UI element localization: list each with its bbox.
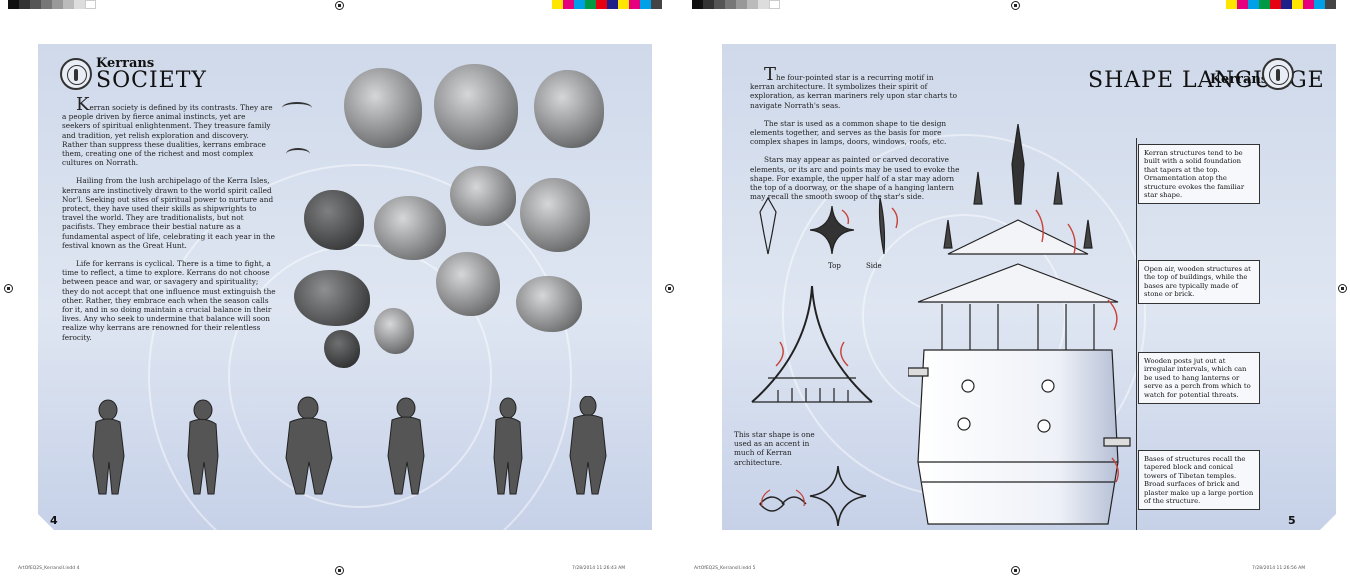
page-title: SOCIETY xyxy=(96,68,207,93)
callout-box: Kerran structures tend to be built with … xyxy=(1138,144,1260,204)
registration-mark xyxy=(4,284,13,293)
registration-mark xyxy=(665,284,674,293)
grayscale-bar-left xyxy=(8,0,96,9)
eye-sketch xyxy=(286,148,310,160)
head-sketch xyxy=(516,276,582,332)
kerran-figure xyxy=(286,397,332,494)
color-bar-left xyxy=(552,0,662,9)
tower-spire xyxy=(1012,124,1024,204)
head-sketch xyxy=(294,270,370,326)
figure-turnaround xyxy=(68,396,628,506)
body-text: Kerran society is defined by its contras… xyxy=(62,100,276,351)
paragraph: Life for kerrans is cyclical. There is a… xyxy=(62,259,276,342)
paragraph: Kerran society is defined by its contras… xyxy=(62,94,273,168)
slug-date: 7/28/2014 11:26:56 AM xyxy=(1252,566,1306,571)
page-number: 4 xyxy=(50,514,58,527)
kerran-seal-icon xyxy=(60,58,92,90)
head-sketch xyxy=(324,330,360,368)
kerran-figure xyxy=(494,398,522,494)
slug-date: 7/28/2014 11:26:43 AM xyxy=(572,566,626,571)
head-sketch xyxy=(374,196,446,260)
tower-drawing xyxy=(908,124,1134,530)
left-page: Kerrans SOCIETY Kerran society is define… xyxy=(38,44,652,530)
color-bar-right xyxy=(1226,0,1336,9)
head-sketch xyxy=(520,178,590,252)
kerran-figure xyxy=(388,398,424,494)
registration-mark xyxy=(335,566,344,575)
callout-box: Wooden posts jut out at irregular interv… xyxy=(1138,352,1260,404)
head-sketch xyxy=(374,308,414,354)
kerran-figure xyxy=(570,396,606,494)
right-page: The four-pointed star is a recurring mot… xyxy=(722,44,1336,530)
grayscale-bar-right xyxy=(692,0,780,9)
kerran-figure xyxy=(93,400,124,494)
accent-star xyxy=(752,464,902,528)
star-caption: This star shape is one used as an accent… xyxy=(734,430,815,467)
lantern-sketch xyxy=(760,198,776,254)
registration-mark xyxy=(1011,1,1020,10)
callout-leader xyxy=(1136,138,1137,530)
label-top: Top xyxy=(828,262,841,270)
head-sketch xyxy=(534,70,604,148)
slug-filename: ArtOfEQ2S_KerransII.indd 4 xyxy=(18,566,80,571)
callout-box: Open air, wooden structures at the top o… xyxy=(1138,260,1260,304)
head-sketch xyxy=(304,190,364,250)
label-side: Side xyxy=(866,262,882,270)
eye-sketch xyxy=(282,102,312,114)
slug-filename: ArtOfEQ2S_KerransII.indd 5 xyxy=(694,566,756,571)
star-top-view xyxy=(810,206,854,254)
registration-mark xyxy=(335,1,344,10)
head-sketch xyxy=(434,64,518,150)
arch-sketch xyxy=(732,282,892,412)
head-sketch xyxy=(450,166,516,226)
star-side-view xyxy=(880,198,885,254)
paragraph: Hailing from the lush archipelago of the… xyxy=(62,176,275,250)
paragraph: The four-pointed star is a recurring mot… xyxy=(750,64,957,110)
registration-mark xyxy=(1011,566,1020,575)
tower-roof xyxy=(948,220,1088,254)
page-number: 5 xyxy=(1288,514,1296,527)
kerran-seal-icon xyxy=(1262,58,1294,90)
tower-base xyxy=(918,350,1118,524)
head-sketch xyxy=(436,252,500,316)
head-sketch xyxy=(344,68,422,148)
kerran-figure xyxy=(188,400,218,494)
callout-box: Bases of structures recall the tapered b… xyxy=(1138,450,1260,510)
registration-mark xyxy=(1338,284,1347,293)
